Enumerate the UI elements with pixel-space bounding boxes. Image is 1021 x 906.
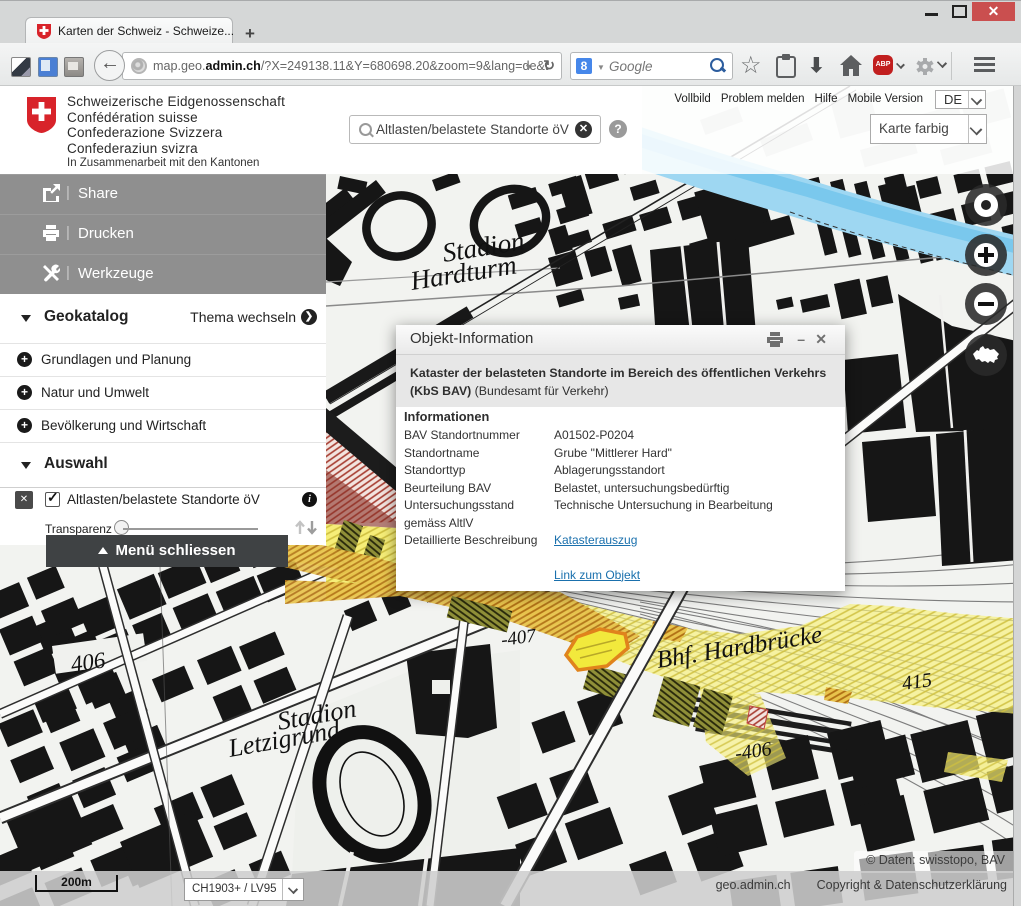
svg-text:415: 415 [901, 669, 934, 695]
svg-text:406: 406 [69, 647, 107, 677]
